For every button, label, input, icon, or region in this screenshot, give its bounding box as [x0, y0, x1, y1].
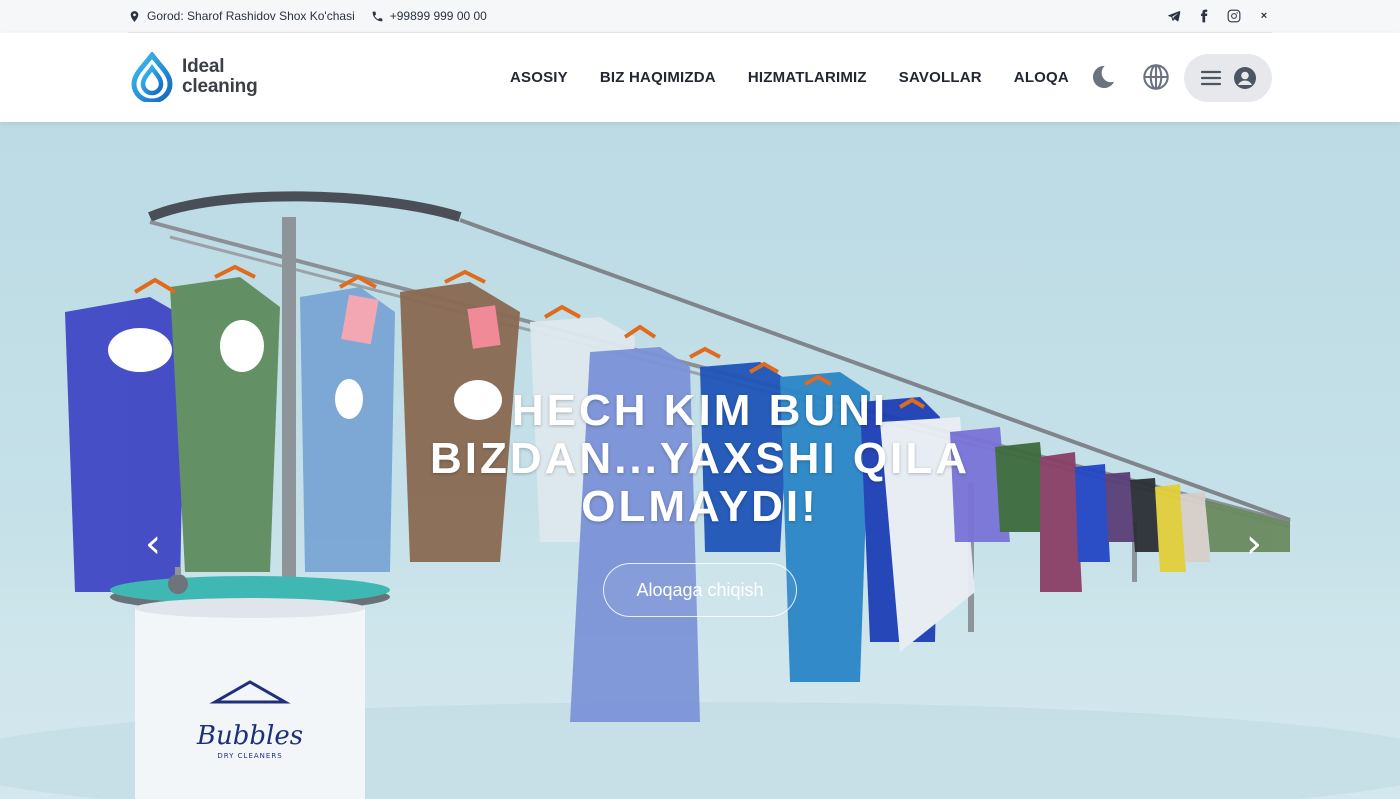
address-info: Gorod: Sharof Rashidov Shox Ko'chasi [128, 9, 355, 23]
bubbles-brand-text: Bubbles [196, 721, 303, 751]
location-pin-icon [130, 10, 139, 22]
globe-icon[interactable] [1141, 62, 1171, 92]
water-drop-logo-icon [131, 52, 173, 102]
logo-line-1: Ideal [182, 56, 225, 77]
top-info-bar: Gorod: Sharof Rashidov Shox Ko'chasi +99… [0, 0, 1400, 33]
phone-info[interactable]: +99899 999 00 00 [371, 9, 487, 23]
hero-slider: Bubbles DRY CLEANERS HECH KIM BUNI BIZDA… [0, 122, 1400, 799]
telegram-icon[interactable] [1166, 8, 1182, 24]
user-icon [1234, 67, 1256, 89]
hero-title: HECH KIM BUNI BIZDAN...YAXSHI QILA OLMAY… [430, 386, 970, 531]
nav-item-hizmatlarimiz[interactable]: HIZMATLARIMIZ [748, 69, 867, 86]
moon-icon[interactable] [1088, 62, 1118, 92]
instagram-icon[interactable] [1226, 8, 1242, 24]
phone-icon [372, 11, 383, 21]
logo-line-2: cleaning [182, 76, 258, 97]
phone-text: +99899 999 00 00 [389, 9, 487, 23]
main-header: Ideal cleaning ASOSIY BIZ HAQIMIZDA HIZM… [0, 33, 1400, 122]
nav-item-aloqa[interactable]: ALOQA [1014, 69, 1069, 86]
bubbles-brand-subtext: DRY CLEANERS [217, 752, 282, 760]
menu-icon [1200, 70, 1222, 86]
contact-button[interactable]: Aloqaga chiqish [603, 563, 797, 617]
slider-prev-arrow-icon[interactable]: ‹ [138, 521, 168, 567]
slider-next-arrow-icon[interactable]: › [1239, 521, 1269, 567]
site-logo[interactable]: Ideal cleaning [130, 52, 258, 102]
nav-item-savollar[interactable]: SAVOLLAR [899, 69, 982, 86]
address-text: Gorod: Sharof Rashidov Shox Ko'chasi [147, 9, 355, 23]
x-icon[interactable]: × [1256, 8, 1272, 24]
main-nav: ASOSIY BIZ HAQIMIZDA HIZMATLARIMIZ SAVOL… [510, 33, 1069, 122]
nav-item-asosiy[interactable]: ASOSIY [510, 69, 568, 86]
nav-item-biz-haqimizda[interactable]: BIZ HAQIMIZDA [600, 69, 716, 86]
account-menu-button[interactable] [1184, 54, 1272, 102]
facebook-icon[interactable] [1196, 8, 1212, 24]
